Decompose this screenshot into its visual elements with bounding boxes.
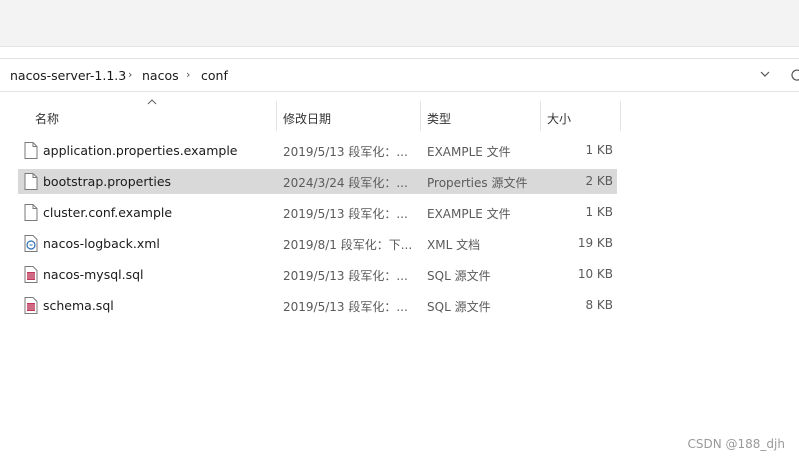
file-name: bootstrap.properties (43, 174, 172, 189)
blank-file-icon (24, 204, 38, 221)
column-header-type[interactable]: 类型 (427, 110, 451, 127)
chevron-down-icon[interactable] (758, 67, 772, 81)
csdn-watermark: CSDN @188_djh (687, 437, 786, 451)
sort-ascending-icon (147, 99, 157, 105)
file-type: XML 文档 (427, 238, 481, 252)
column-divider[interactable] (540, 101, 541, 131)
file-size: 1 KB (585, 143, 613, 157)
file-size: 19 KB (577, 236, 613, 250)
file-type: SQL 源文件 (427, 269, 491, 283)
file-name: nacos-logback.xml (43, 236, 160, 251)
file-row[interactable]: nacos-logback.xml 2019/8/1 段军化：下... XML … (18, 231, 617, 256)
column-divider[interactable] (620, 101, 621, 131)
file-name: schema.sql (43, 298, 114, 313)
file-name: cluster.conf.example (43, 205, 173, 220)
file-size: 2 KB (585, 174, 613, 188)
column-divider[interactable] (420, 101, 421, 131)
file-type: EXAMPLE 文件 (427, 145, 511, 159)
column-header-size[interactable]: 大小 (547, 110, 571, 127)
sql-file-icon (24, 297, 38, 314)
column-divider[interactable] (276, 101, 277, 131)
file-row[interactable]: nacos-mysql.sql 2019/5/13 段军化：... SQL 源文… (18, 262, 617, 287)
column-header-modified[interactable]: 修改日期 (283, 110, 331, 127)
sql-file-icon (24, 266, 38, 283)
address-bar[interactable]: nacos-server-1.1.3 › nacos › conf (0, 58, 799, 92)
xml-file-icon (24, 235, 38, 252)
refresh-icon[interactable] (789, 67, 799, 83)
window-top-band (0, 0, 799, 47)
file-type: SQL 源文件 (427, 300, 491, 314)
file-modified: 2024/3/24 段军化：... (283, 176, 408, 190)
blank-file-icon (24, 142, 38, 159)
breadcrumb-separator-icon[interactable]: › (186, 68, 190, 81)
file-modified: 2019/5/13 段军化：... (283, 145, 408, 159)
file-size: 1 KB (585, 205, 613, 219)
breadcrumb-item-nacos-server[interactable]: nacos-server-1.1.3 (10, 68, 126, 83)
file-size: 8 KB (585, 298, 613, 312)
column-header-name[interactable]: 名称 (35, 110, 59, 127)
file-modified: 2019/5/13 段军化：... (283, 300, 408, 314)
column-header-row: 名称 修改日期 类型 大小 (0, 99, 799, 131)
breadcrumb-separator-icon[interactable]: › (128, 68, 132, 81)
file-type: EXAMPLE 文件 (427, 207, 511, 221)
file-modified: 2019/5/13 段军化：... (283, 207, 408, 221)
file-row[interactable]: schema.sql 2019/5/13 段军化：... SQL 源文件 8 K… (18, 293, 617, 318)
file-name: nacos-mysql.sql (43, 267, 144, 282)
file-row[interactable]: cluster.conf.example 2019/5/13 段军化：... E… (18, 200, 617, 225)
file-type: Properties 源文件 (427, 176, 528, 190)
file-modified: 2019/8/1 段军化：下... (283, 238, 413, 252)
file-name: application.properties.example (43, 143, 238, 158)
breadcrumb-item-nacos[interactable]: nacos (142, 68, 179, 83)
breadcrumb-item-conf[interactable]: conf (201, 68, 228, 83)
blank-file-icon (24, 173, 38, 190)
file-row[interactable]: application.properties.example 2019/5/13… (18, 138, 617, 163)
file-row[interactable]: bootstrap.properties 2024/3/24 段军化：... P… (18, 169, 617, 194)
file-modified: 2019/5/13 段军化：... (283, 269, 408, 283)
file-size: 10 KB (577, 267, 613, 281)
